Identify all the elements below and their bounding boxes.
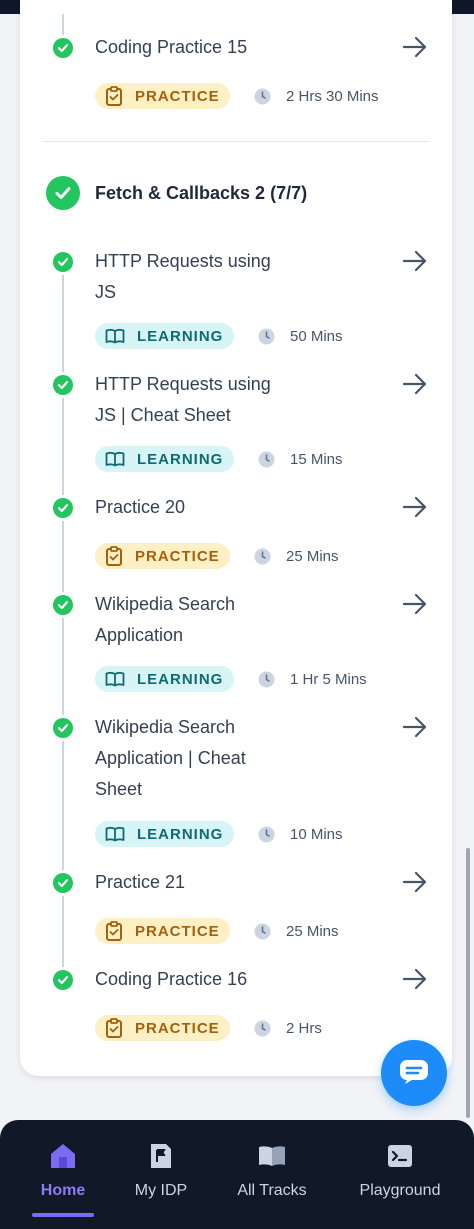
chat-button[interactable] bbox=[381, 1040, 447, 1106]
duration-text: 2 Hrs 30 Mins bbox=[286, 87, 379, 105]
type-badge: PRACTICE bbox=[95, 83, 230, 109]
clipboard-check-icon bbox=[105, 1018, 123, 1038]
arrow-right-icon[interactable] bbox=[402, 373, 428, 395]
book-icon bbox=[257, 1142, 287, 1170]
arrow-right-icon[interactable] bbox=[402, 36, 428, 58]
clock-icon bbox=[254, 923, 271, 940]
clock-icon bbox=[258, 328, 275, 345]
arrow-right-icon[interactable] bbox=[402, 250, 428, 272]
terminal-icon bbox=[385, 1142, 415, 1170]
nav-item-playground[interactable]: Playground bbox=[355, 1142, 445, 1200]
arrow-right-icon[interactable] bbox=[402, 871, 428, 893]
arrow-right-icon[interactable] bbox=[402, 593, 428, 615]
item-title: Wikipedia Search Application bbox=[95, 594, 236, 645]
duration-text: 50 Mins bbox=[290, 327, 343, 345]
type-label: LEARNING bbox=[137, 670, 224, 688]
clock-icon bbox=[254, 1020, 271, 1037]
active-tab-indicator bbox=[32, 1213, 94, 1217]
nav-label: Playground bbox=[359, 1182, 441, 1199]
type-label: PRACTICE bbox=[135, 87, 220, 105]
section-divider bbox=[42, 141, 430, 142]
check-circle-icon bbox=[53, 718, 73, 738]
item-meta: LEARNING 10 Mins bbox=[95, 821, 343, 847]
clipboard-check-icon bbox=[105, 921, 123, 941]
section-title: Fetch & Callbacks 2 (7/7) bbox=[95, 182, 308, 203]
nav-item-my-idp[interactable]: My IDP bbox=[128, 1142, 194, 1200]
check-circle-icon bbox=[53, 498, 73, 518]
book-open-icon bbox=[105, 449, 125, 469]
book-open-icon bbox=[105, 669, 125, 689]
type-badge: LEARNING bbox=[95, 323, 234, 349]
section-header: Fetch & Callbacks 2 (7/7) bbox=[46, 176, 307, 210]
nav-label: My IDP bbox=[134, 1182, 188, 1199]
item-meta: PRACTICE 2 Hrs 30 Mins bbox=[95, 83, 379, 109]
type-badge: LEARNING bbox=[95, 446, 234, 472]
arrow-right-icon[interactable] bbox=[402, 968, 428, 990]
type-badge: LEARNING bbox=[95, 821, 234, 847]
type-label: LEARNING bbox=[137, 327, 224, 345]
scrollbar[interactable] bbox=[466, 848, 470, 1118]
duration-text: 1 Hr 5 Mins bbox=[290, 670, 367, 688]
item-meta: PRACTICE 2 Hrs bbox=[95, 1015, 322, 1041]
item-title: Wikipedia Search Application | Cheat She… bbox=[95, 717, 246, 799]
item-title: Coding Practice 16 bbox=[95, 969, 248, 989]
flag-document-icon bbox=[146, 1142, 176, 1170]
type-badge: PRACTICE bbox=[95, 543, 230, 569]
duration-text: 2 Hrs bbox=[286, 1019, 322, 1037]
check-circle-icon bbox=[53, 595, 73, 615]
type-label: LEARNING bbox=[137, 450, 224, 468]
clipboard-check-icon bbox=[105, 546, 123, 566]
clipboard-check-icon bbox=[105, 86, 123, 106]
duration-text: 25 Mins bbox=[286, 922, 339, 940]
type-badge: PRACTICE bbox=[95, 1015, 230, 1041]
type-badge: LEARNING bbox=[95, 666, 234, 692]
item-meta: LEARNING 15 Mins bbox=[95, 446, 343, 472]
item-title: Coding Practice 15 bbox=[95, 37, 248, 57]
item-meta: PRACTICE 25 Mins bbox=[95, 543, 339, 569]
check-circle-icon bbox=[53, 970, 73, 990]
clock-icon bbox=[254, 548, 271, 565]
duration-text: 25 Mins bbox=[286, 547, 339, 565]
arrow-right-icon[interactable] bbox=[402, 716, 428, 738]
timeline-line-section bbox=[62, 262, 64, 978]
book-open-icon bbox=[105, 326, 125, 346]
type-label: PRACTICE bbox=[135, 922, 220, 940]
clock-icon bbox=[258, 671, 275, 688]
check-circle-icon bbox=[53, 375, 73, 395]
check-circle-icon bbox=[53, 873, 73, 893]
book-open-icon bbox=[105, 824, 125, 844]
item-title: HTTP Requests using JS | Cheat Sheet bbox=[95, 374, 271, 425]
item-meta: LEARNING 50 Mins bbox=[95, 323, 343, 349]
clock-icon bbox=[254, 88, 271, 105]
type-label: LEARNING bbox=[137, 825, 224, 843]
home-icon bbox=[48, 1142, 78, 1170]
type-label: PRACTICE bbox=[135, 547, 220, 565]
duration-text: 10 Mins bbox=[290, 825, 343, 843]
chat-bubble-icon bbox=[398, 1058, 430, 1089]
arrow-right-icon[interactable] bbox=[402, 496, 428, 518]
clock-icon bbox=[258, 826, 275, 843]
nav-label: All Tracks bbox=[237, 1182, 307, 1199]
nav-item-all-tracks[interactable]: All Tracks bbox=[232, 1142, 312, 1200]
nav-item-home[interactable]: Home bbox=[34, 1142, 92, 1200]
item-meta: PRACTICE 25 Mins bbox=[95, 918, 339, 944]
type-label: PRACTICE bbox=[135, 1019, 220, 1037]
nav-label: Home bbox=[40, 1182, 86, 1199]
item-title: HTTP Requests using JS bbox=[95, 251, 271, 302]
check-circle-icon bbox=[53, 252, 73, 272]
duration-text: 15 Mins bbox=[290, 450, 343, 468]
type-badge: PRACTICE bbox=[95, 918, 230, 944]
item-title: Practice 21 bbox=[95, 872, 186, 892]
check-circle-icon bbox=[53, 38, 73, 58]
item-meta: LEARNING 1 Hr 5 Mins bbox=[95, 666, 367, 692]
course-card bbox=[20, 0, 452, 1076]
item-title: Practice 20 bbox=[95, 497, 186, 517]
check-circle-icon bbox=[46, 176, 80, 210]
clock-icon bbox=[258, 451, 275, 468]
